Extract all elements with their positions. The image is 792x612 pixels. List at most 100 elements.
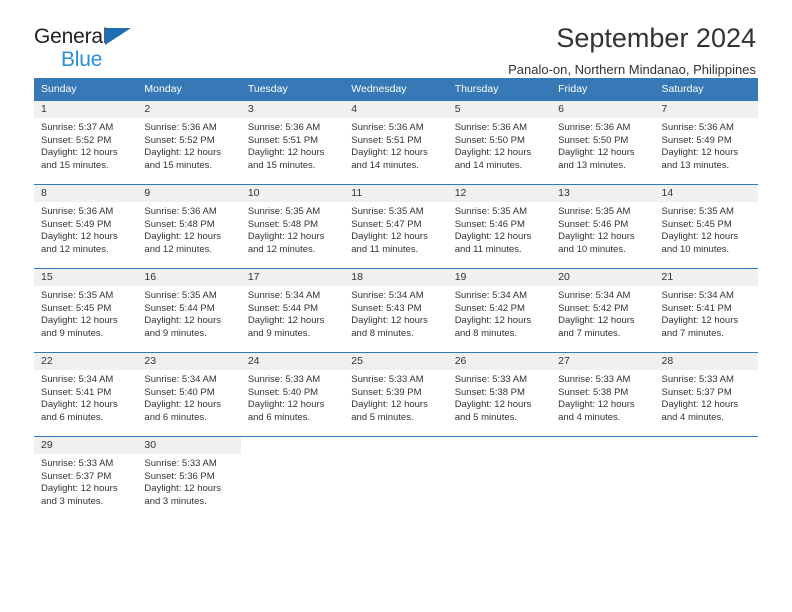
calendar-day-cell[interactable]: 11 Sunrise: 5:35 AM Sunset: 5:47 PM Dayligh… xyxy=(344,184,448,268)
calendar-day-cell[interactable]: 20 Sunrise: 5:34 AM Sunset: 5:42 PM Dayligh… xyxy=(551,268,655,352)
day-box[interactable]: 2 Sunrise: 5:36 AM Sunset: 5:52 PM Daylight… xyxy=(137,100,241,184)
calendar-day-cell[interactable]: 25 Sunrise: 5:33 AM Sunset: 5:39 PM Dayligh… xyxy=(344,352,448,436)
daylight-text-line2: and 4 minutes. xyxy=(558,411,621,423)
sunset-text: Sunset: 5:42 PM xyxy=(454,302,525,314)
calendar-day-cell[interactable]: 26 Sunrise: 5:33 AM Sunset: 5:38 PM Dayligh… xyxy=(447,352,552,436)
day-box[interactable]: 17 Sunrise: 5:34 AM Sunset: 5:44 PM Dayligh… xyxy=(240,268,345,352)
calendar-day-cell[interactable]: 18 Sunrise: 5:34 AM Sunset: 5:43 PM Dayligh… xyxy=(344,268,448,352)
daylight-text-line1: Daylight: 12 hours xyxy=(661,231,739,243)
calendar-day-cell[interactable]: 19 Sunrise: 5:34 AM Sunset: 5:42 PM Dayligh… xyxy=(447,268,552,352)
day-box[interactable]: 23 Sunrise: 5:34 AM Sunset: 5:40 PM Dayligh… xyxy=(137,352,241,436)
calendar-day-cell[interactable]: 28 Sunrise: 5:33 AM Sunset: 5:37 PM Dayligh… xyxy=(654,352,758,436)
day-number: 12 xyxy=(447,185,552,202)
sunrise-text: Sunrise: 5:35 AM xyxy=(351,206,424,217)
calendar-page: General Blue September 2024 Panalo-on, N… xyxy=(0,0,792,612)
day-box[interactable]: 16 Sunrise: 5:35 AM Sunset: 5:44 PM Dayligh… xyxy=(137,268,241,352)
calendar-day-cell[interactable]: 2 Sunrise: 5:36 AM Sunset: 5:52 PM Daylight… xyxy=(137,100,241,184)
day-number: 21 xyxy=(654,269,758,286)
day-box[interactable]: 27 Sunrise: 5:33 AM Sunset: 5:38 PM Dayligh… xyxy=(551,352,655,436)
calendar-day-cell[interactable] xyxy=(654,436,758,520)
day-box[interactable]: 7 Sunrise: 5:36 AM Sunset: 5:49 PM Daylight… xyxy=(654,100,758,184)
day-box[interactable]: 24 Sunrise: 5:33 AM Sunset: 5:40 PM Dayligh… xyxy=(240,352,345,436)
daylight-text-line2: and 3 minutes. xyxy=(144,495,207,507)
calendar-day-cell[interactable]: 8 Sunrise: 5:36 AM Sunset: 5:49 PM Daylight… xyxy=(34,184,138,268)
calendar-day-cell[interactable]: 23 Sunrise: 5:34 AM Sunset: 5:40 PM Dayligh… xyxy=(137,352,241,436)
daylight-text-line2: and 11 minutes. xyxy=(351,243,419,255)
day-box[interactable]: 1 Sunrise: 5:37 AM Sunset: 5:52 PM Daylight… xyxy=(34,100,138,184)
day-box[interactable]: 18 Sunrise: 5:34 AM Sunset: 5:43 PM Dayligh… xyxy=(344,268,448,352)
day-box[interactable]: 22 Sunrise: 5:34 AM Sunset: 5:41 PM Dayligh… xyxy=(34,352,138,436)
calendar-day-cell[interactable]: 24 Sunrise: 5:33 AM Sunset: 5:40 PM Dayligh… xyxy=(240,352,345,436)
day-details: Sunrise: 5:35 AM Sunset: 5:48 PM Daylight:… xyxy=(241,202,344,256)
calendar-day-cell[interactable]: 12 Sunrise: 5:35 AM Sunset: 5:46 PM Dayligh… xyxy=(447,184,552,268)
column-header-monday: Monday xyxy=(137,78,241,100)
calendar-day-cell[interactable]: 16 Sunrise: 5:35 AM Sunset: 5:44 PM Dayligh… xyxy=(137,268,241,352)
daylight-text-line1: Daylight: 12 hours xyxy=(144,483,221,495)
day-number: 2 xyxy=(137,101,241,118)
day-box[interactable]: 14 Sunrise: 5:35 AM Sunset: 5:45 PM Dayligh… xyxy=(654,184,758,268)
general-blue-logo[interactable]: General Blue xyxy=(34,26,154,72)
day-number: 29 xyxy=(34,437,138,454)
calendar-day-cell[interactable]: 10 Sunrise: 5:35 AM Sunset: 5:48 PM Dayligh… xyxy=(240,184,345,268)
calendar-day-cell[interactable]: 6 Sunrise: 5:36 AM Sunset: 5:50 PM Daylight… xyxy=(551,100,655,184)
day-box[interactable]: 4 Sunrise: 5:36 AM Sunset: 5:51 PM Daylight… xyxy=(344,100,448,184)
day-box[interactable]: 8 Sunrise: 5:36 AM Sunset: 5:49 PM Daylight… xyxy=(34,184,138,268)
day-number: 14 xyxy=(654,185,758,202)
calendar-day-cell[interactable]: 1 Sunrise: 5:37 AM Sunset: 5:52 PM Daylight… xyxy=(34,100,138,184)
calendar-day-cell[interactable]: 21 Sunrise: 5:34 AM Sunset: 5:41 PM Dayligh… xyxy=(654,268,758,352)
day-details: Sunrise: 5:36 AM Sunset: 5:49 PM Daylight:… xyxy=(655,118,758,172)
day-number: 30 xyxy=(137,437,241,454)
day-box[interactable]: 15 Sunrise: 5:35 AM Sunset: 5:45 PM Dayligh… xyxy=(34,268,138,352)
calendar-day-cell[interactable]: 4 Sunrise: 5:36 AM Sunset: 5:51 PM Daylight… xyxy=(344,100,448,184)
day-box[interactable]: 26 Sunrise: 5:33 AM Sunset: 5:38 PM Dayligh… xyxy=(447,352,552,436)
sunset-text: Sunset: 5:51 PM xyxy=(351,134,422,146)
calendar-week-row: 15 Sunrise: 5:35 AM Sunset: 5:45 PM Dayligh… xyxy=(34,268,758,352)
calendar-day-cell[interactable]: 22 Sunrise: 5:34 AM Sunset: 5:41 PM Dayligh… xyxy=(34,352,138,436)
sunrise-text: Sunrise: 5:36 AM xyxy=(144,122,217,133)
sunset-text: Sunset: 5:41 PM xyxy=(661,302,732,314)
sunset-text: Sunset: 5:45 PM xyxy=(661,218,732,230)
calendar-day-cell[interactable]: 3 Sunrise: 5:36 AM Sunset: 5:51 PM Daylight… xyxy=(240,100,345,184)
day-box[interactable]: 30 Sunrise: 5:33 AM Sunset: 5:36 PM Dayligh… xyxy=(137,436,241,520)
day-details: Sunrise: 5:34 AM Sunset: 5:41 PM Daylight:… xyxy=(655,286,758,340)
day-number: 18 xyxy=(344,269,448,286)
day-box[interactable]: 29 Sunrise: 5:33 AM Sunset: 5:37 PM Dayligh… xyxy=(34,436,138,520)
calendar-day-cell[interactable]: 30 Sunrise: 5:33 AM Sunset: 5:36 PM Dayligh… xyxy=(137,436,241,520)
day-box[interactable]: 13 Sunrise: 5:35 AM Sunset: 5:46 PM Dayligh… xyxy=(551,184,655,268)
day-number: 25 xyxy=(344,353,448,370)
day-box[interactable]: 25 Sunrise: 5:33 AM Sunset: 5:39 PM Dayligh… xyxy=(344,352,448,436)
day-box[interactable]: 3 Sunrise: 5:36 AM Sunset: 5:51 PM Daylight… xyxy=(240,100,345,184)
calendar-day-cell[interactable] xyxy=(447,436,552,520)
day-box[interactable]: 6 Sunrise: 5:36 AM Sunset: 5:50 PM Daylight… xyxy=(551,100,655,184)
day-box[interactable]: 28 Sunrise: 5:33 AM Sunset: 5:37 PM Dayligh… xyxy=(654,352,758,436)
sunrise-text: Sunrise: 5:33 AM xyxy=(454,374,528,385)
day-box[interactable]: 10 Sunrise: 5:35 AM Sunset: 5:48 PM Dayligh… xyxy=(240,184,345,268)
day-details: Sunrise: 5:36 AM Sunset: 5:48 PM Daylight:… xyxy=(137,202,240,256)
daylight-text-line1: Daylight: 12 hours xyxy=(41,147,118,159)
calendar-day-cell[interactable]: 14 Sunrise: 5:35 AM Sunset: 5:45 PM Dayligh… xyxy=(654,184,758,268)
day-box[interactable]: 12 Sunrise: 5:35 AM Sunset: 5:46 PM Dayligh… xyxy=(447,184,552,268)
day-box[interactable]: 9 Sunrise: 5:36 AM Sunset: 5:48 PM Daylight… xyxy=(137,184,241,268)
calendar-day-cell[interactable]: 9 Sunrise: 5:36 AM Sunset: 5:48 PM Daylight… xyxy=(137,184,241,268)
day-box[interactable]: 21 Sunrise: 5:34 AM Sunset: 5:41 PM Dayligh… xyxy=(654,268,758,352)
calendar-day-cell[interactable]: 27 Sunrise: 5:33 AM Sunset: 5:38 PM Dayligh… xyxy=(551,352,655,436)
sunrise-text: Sunrise: 5:36 AM xyxy=(558,122,631,133)
day-box[interactable]: 5 Sunrise: 5:36 AM Sunset: 5:50 PM Daylight… xyxy=(447,100,552,184)
day-box[interactable]: 19 Sunrise: 5:34 AM Sunset: 5:42 PM Dayligh… xyxy=(447,268,552,352)
day-box[interactable]: 20 Sunrise: 5:34 AM Sunset: 5:42 PM Dayligh… xyxy=(551,268,655,352)
calendar-day-cell[interactable]: 7 Sunrise: 5:36 AM Sunset: 5:49 PM Daylight… xyxy=(654,100,758,184)
calendar-day-cell[interactable]: 17 Sunrise: 5:34 AM Sunset: 5:44 PM Dayligh… xyxy=(240,268,345,352)
calendar-day-cell[interactable] xyxy=(551,436,655,520)
day-box[interactable]: 11 Sunrise: 5:35 AM Sunset: 5:47 PM Dayligh… xyxy=(344,184,448,268)
daylight-text-line2: and 4 minutes. xyxy=(661,411,724,423)
day-details: Sunrise: 5:34 AM Sunset: 5:43 PM Daylight:… xyxy=(344,286,447,340)
calendar-day-cell[interactable]: 15 Sunrise: 5:35 AM Sunset: 5:45 PM Dayligh… xyxy=(34,268,138,352)
calendar-day-cell[interactable] xyxy=(344,436,448,520)
sunrise-sunset-calendar: Sunday Monday Tuesday Wednesday Thursday… xyxy=(34,78,758,520)
sunrise-text: Sunrise: 5:36 AM xyxy=(351,122,424,133)
calendar-day-cell[interactable]: 13 Sunrise: 5:35 AM Sunset: 5:46 PM Dayligh… xyxy=(551,184,655,268)
calendar-day-cell[interactable]: 5 Sunrise: 5:36 AM Sunset: 5:50 PM Daylight… xyxy=(447,100,552,184)
sunrise-text: Sunrise: 5:35 AM xyxy=(558,206,631,217)
calendar-day-cell[interactable]: 29 Sunrise: 5:33 AM Sunset: 5:37 PM Dayligh… xyxy=(34,436,138,520)
calendar-day-cell[interactable] xyxy=(240,436,345,520)
